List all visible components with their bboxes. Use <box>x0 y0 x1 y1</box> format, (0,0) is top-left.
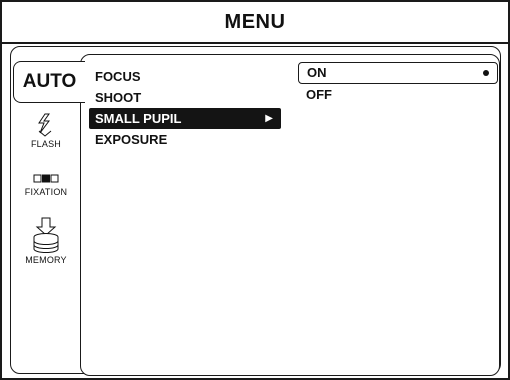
menu-item-label: EXPOSURE <box>95 132 168 147</box>
sidebar-item-label: MEMORY <box>25 255 67 265</box>
selected-dot-icon <box>483 70 489 76</box>
option-off[interactable]: OFF <box>298 84 498 106</box>
menu-screen: MENU AUTO FLASH FIXATION MEMORY FOCUS SH… <box>0 0 510 380</box>
tab-auto[interactable]: AUTO <box>13 61 85 103</box>
memory-icon <box>33 217 59 253</box>
menu-list: FOCUS SHOOT SMALL PUPIL ▶ EXPOSURE <box>89 66 281 150</box>
menu-item-small-pupil[interactable]: SMALL PUPIL ▶ <box>89 108 281 129</box>
flash-icon <box>38 113 52 137</box>
sidebar-item-memory[interactable]: MEMORY <box>10 217 82 265</box>
fixation-icon <box>33 174 59 183</box>
menu-item-shoot[interactable]: SHOOT <box>89 87 281 108</box>
sidebar-item-flash[interactable]: FLASH <box>10 113 82 149</box>
option-label: ON <box>307 65 327 80</box>
option-label: OFF <box>306 87 332 102</box>
options-list: ON OFF <box>298 62 498 106</box>
menu-item-label: SHOOT <box>95 90 142 105</box>
menu-title: MENU <box>2 2 508 44</box>
menu-item-focus[interactable]: FOCUS <box>89 66 281 87</box>
sidebar-item-label: FLASH <box>30 139 61 149</box>
option-on[interactable]: ON <box>298 62 498 84</box>
chevron-right-icon: ▶ <box>265 113 273 124</box>
sidebar: AUTO FLASH FIXATION MEMORY <box>10 46 85 374</box>
sidebar-item-label: FIXATION <box>24 187 68 197</box>
menu-item-label: FOCUS <box>95 69 141 84</box>
sidebar-item-fixation[interactable]: FIXATION <box>10 173 82 197</box>
menu-item-exposure[interactable]: EXPOSURE <box>89 129 281 150</box>
menu-item-label: SMALL PUPIL <box>95 111 182 126</box>
